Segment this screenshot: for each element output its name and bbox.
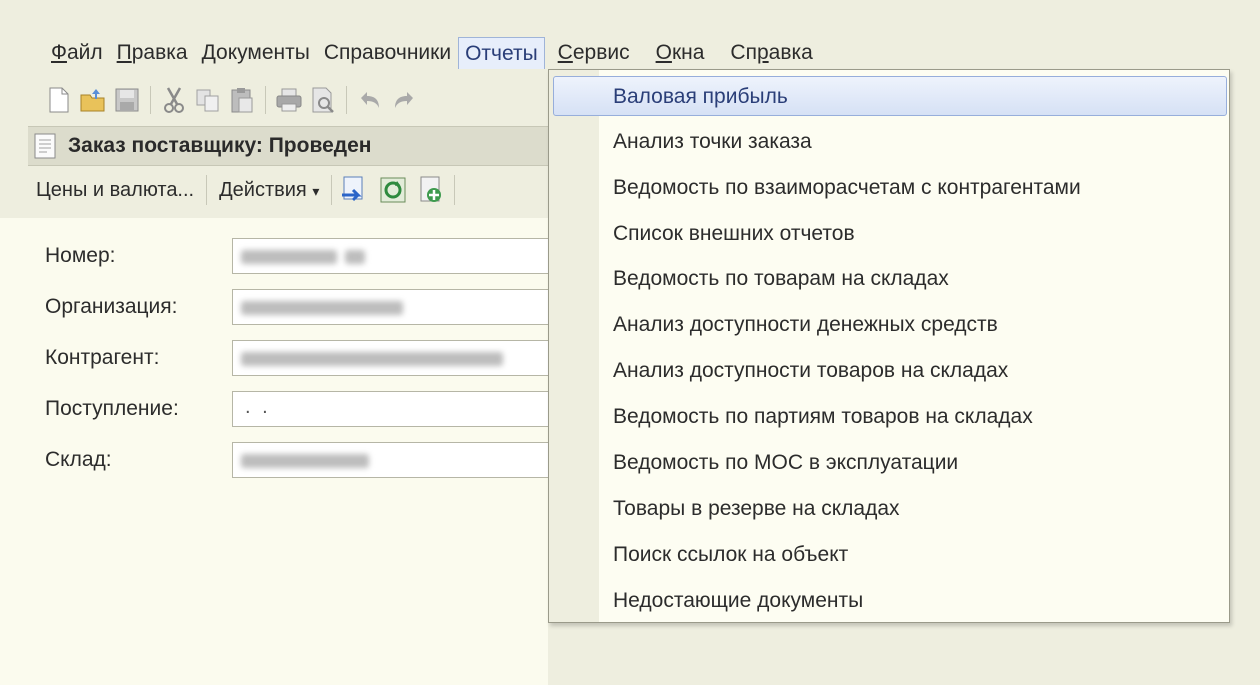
document-window: Заказ поставщику: Проведен Цены и валюта… [28, 126, 558, 220]
menu-item-external-reports-list[interactable]: Список внешних отчетов [553, 214, 1227, 254]
document-icon [34, 133, 56, 159]
toolbar-separator [265, 86, 266, 114]
menu-item-mos-in-use-statement[interactable]: Ведомость по МОС в эксплуатации [553, 443, 1227, 483]
post-document-icon[interactable] [339, 174, 371, 206]
document-toolbar: Цены и валюта... Действия ▾ [28, 170, 459, 210]
open-folder-icon[interactable] [78, 85, 108, 115]
counterparty-field[interactable] [232, 340, 562, 376]
number-label: Номер: [45, 244, 116, 267]
main-menu-bar: Файл Правка Документы Справочники Отчеты… [44, 36, 820, 70]
reports-dropdown-menu: Валовая прибыль Анализ точки заказа Ведо… [548, 69, 1230, 623]
menu-reports[interactable]: Отчеты [458, 37, 545, 69]
menu-help[interactable]: Справка [723, 37, 819, 69]
actions-label: Действия [219, 178, 307, 201]
new-document-icon[interactable] [44, 85, 74, 115]
menu-service[interactable]: Сервис [551, 37, 637, 69]
chevron-down-icon: ▾ [312, 182, 320, 199]
menu-item-warehouse-goods-statement[interactable]: Ведомость по товарам на складах [553, 259, 1227, 299]
print-preview-icon[interactable] [308, 85, 338, 115]
toolbar-separator [346, 86, 347, 114]
main-toolbar [44, 80, 419, 120]
receipt-date-field[interactable]: . . [232, 391, 562, 427]
toolbar-separator [454, 175, 456, 205]
number-field[interactable] [232, 238, 562, 274]
copy-document-icon[interactable] [415, 174, 447, 206]
undo-icon[interactable] [355, 85, 385, 115]
menu-edit[interactable]: Правка [110, 37, 195, 69]
document-title-bar: Заказ поставщику: Проведен [28, 126, 548, 166]
organization-label: Организация: [45, 295, 178, 318]
warehouse-field[interactable] [232, 442, 562, 478]
menu-item-goods-availability-analysis[interactable]: Анализ доступности товаров на складах [553, 351, 1227, 391]
redacted-value [241, 250, 337, 264]
redacted-value [241, 301, 403, 315]
print-icon[interactable] [274, 85, 304, 115]
redacted-value [241, 352, 503, 366]
warehouse-label: Склад: [45, 448, 112, 471]
actions-button[interactable]: Действия ▾ [211, 179, 327, 202]
menu-windows[interactable]: Окна [649, 37, 712, 69]
menu-item-find-object-references[interactable]: Поиск ссылок на объект [553, 535, 1227, 575]
toolbar-separator [331, 175, 333, 205]
save-icon[interactable] [112, 85, 142, 115]
menu-item-cash-availability-analysis[interactable]: Анализ доступности денежных средств [553, 305, 1227, 345]
toolbar-separator [206, 175, 208, 205]
menu-item-missing-documents[interactable]: Недостающие документы [553, 581, 1227, 621]
menu-item-reorder-point-analysis[interactable]: Анализ точки заказа [553, 122, 1227, 162]
document-title: Заказ поставщику: Проведен [68, 134, 372, 157]
menu-catalogs[interactable]: Справочники [317, 37, 458, 69]
menu-item-gross-profit[interactable]: Валовая прибыль [553, 76, 1227, 116]
paste-icon[interactable] [227, 85, 257, 115]
redo-icon[interactable] [389, 85, 419, 115]
menu-item-settlements-statement[interactable]: Ведомость по взаиморасчетам с контрагент… [553, 168, 1227, 208]
copy-icon[interactable] [193, 85, 223, 115]
organization-field[interactable] [232, 289, 562, 325]
menu-file[interactable]: Файл [44, 37, 110, 69]
receipt-date-value: . . [245, 396, 271, 418]
toolbar-separator [150, 86, 151, 114]
prices-currency-button[interactable]: Цены и валюта... [28, 179, 202, 202]
counterparty-label: Контрагент: [45, 346, 160, 369]
redacted-value [345, 250, 365, 264]
menu-item-goods-batches-statement[interactable]: Ведомость по партиям товаров на складах [553, 397, 1227, 437]
cut-icon[interactable] [159, 85, 189, 115]
receipt-label: Поступление: [45, 397, 179, 420]
menu-documents[interactable]: Документы [195, 37, 317, 69]
refresh-icon[interactable] [377, 174, 409, 206]
redacted-value [241, 454, 369, 468]
menu-item-reserved-goods[interactable]: Товары в резерве на складах [553, 489, 1227, 529]
